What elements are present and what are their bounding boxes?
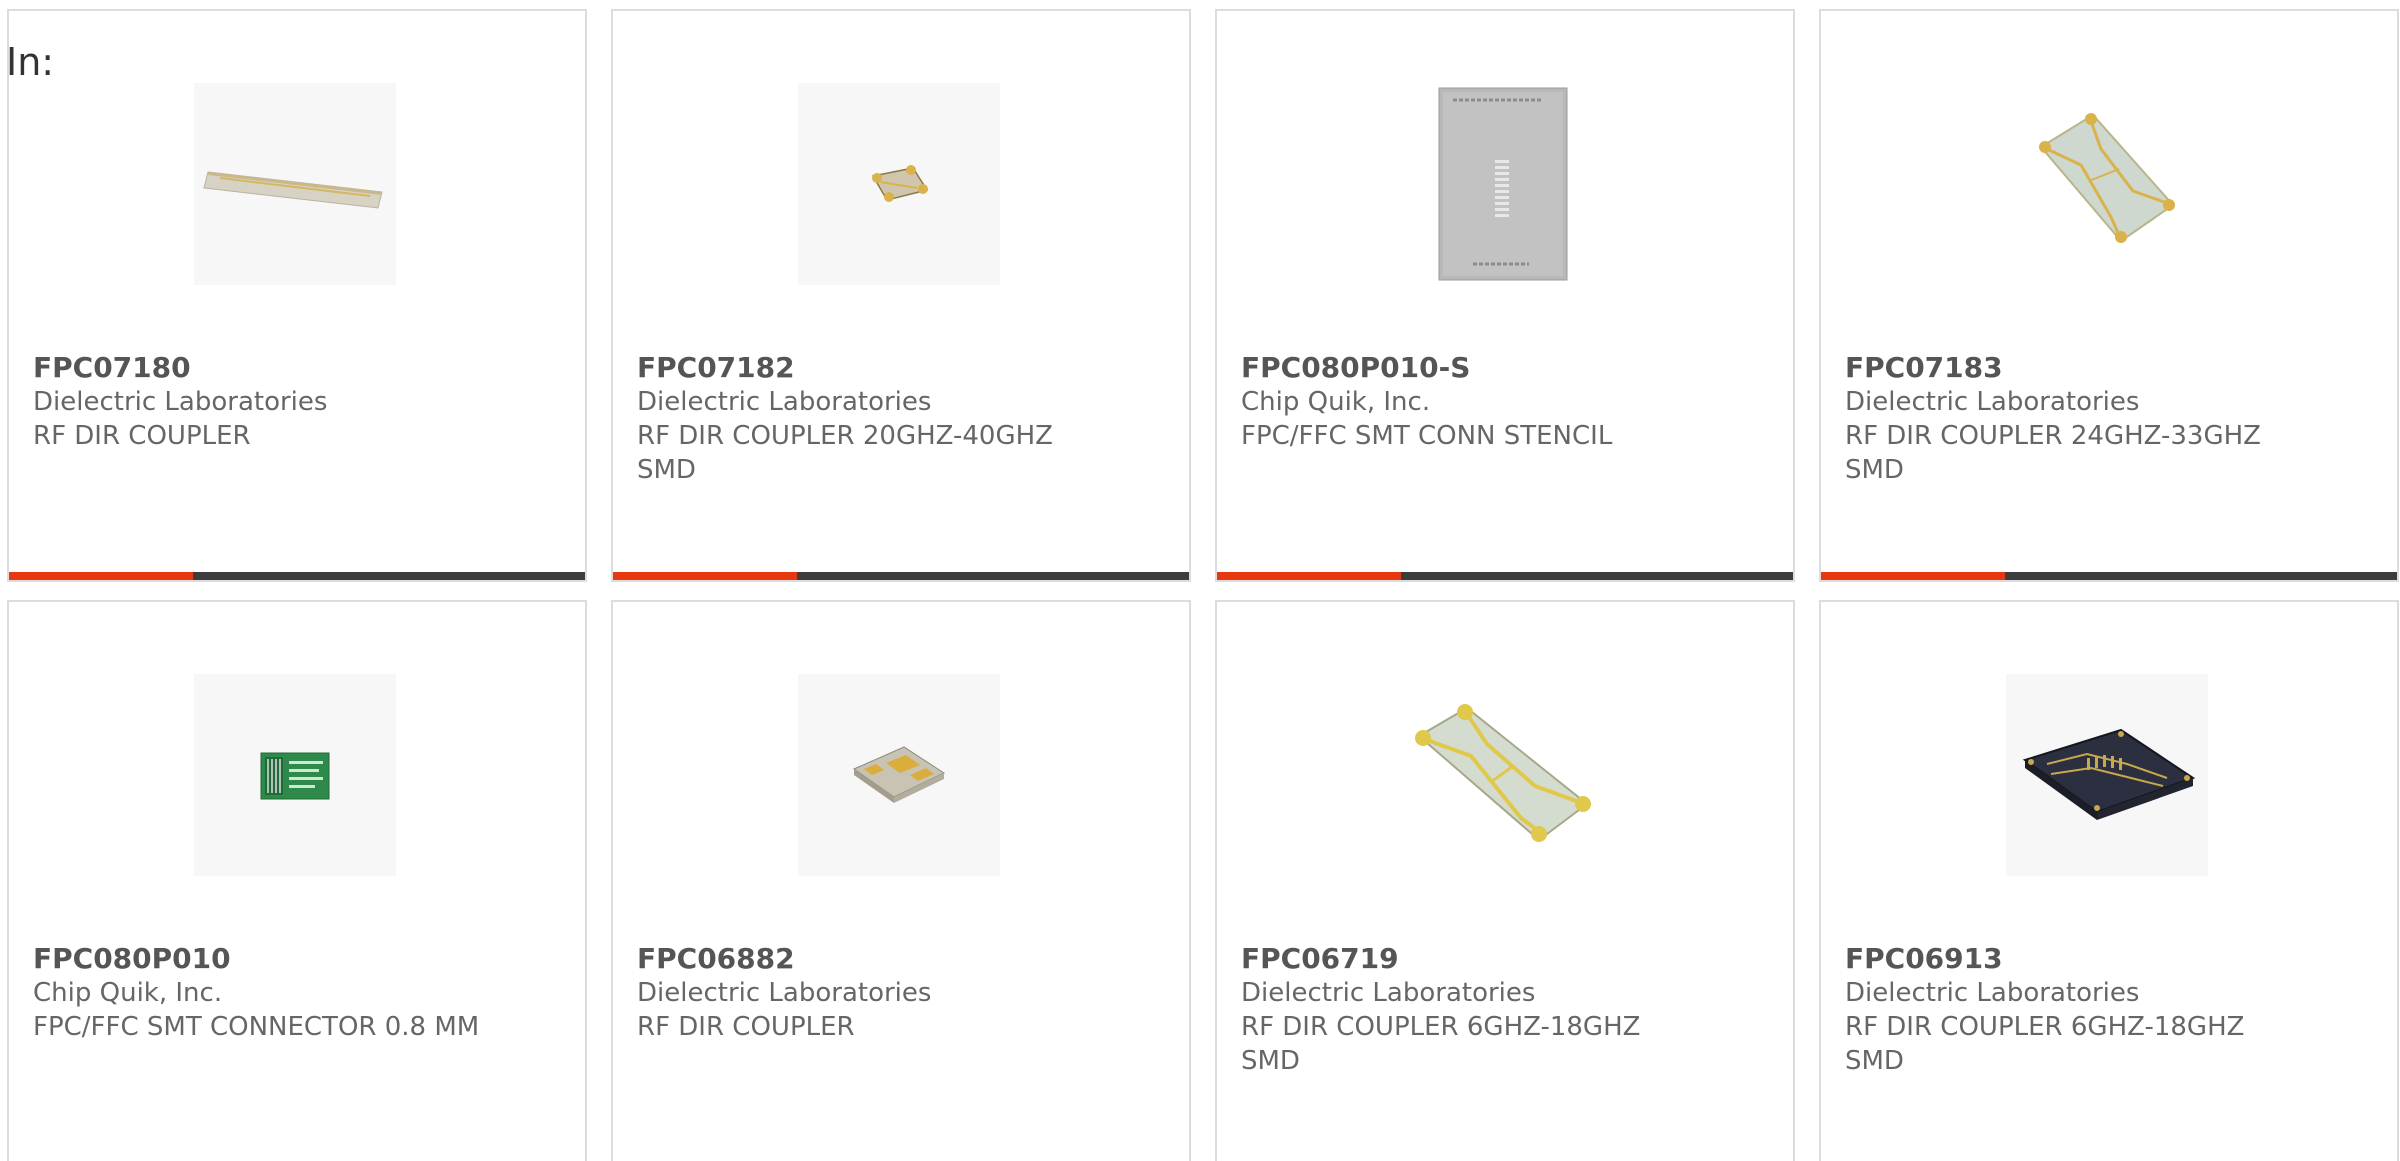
product-card[interactable]: FPC07182 Dielectric Laboratories RF DIR … — [611, 9, 1191, 582]
part-number-link[interactable]: FPC06882 — [637, 942, 1097, 976]
product-card[interactable]: FPC080P010 Chip Quik, Inc. FPC/FFC SMT C… — [7, 600, 587, 1161]
part-number-link[interactable]: FPC080P010 — [33, 942, 493, 976]
product-image[interactable] — [194, 83, 396, 285]
product-description: FPC/FFC SMT CONN STENCIL — [1241, 421, 1613, 451]
product-info: FPC07183 Dielectric Laboratories RF DIR … — [1845, 351, 2305, 487]
product-grid: FPC07180 Dielectric Laboratories RF DIR … — [7, 9, 2399, 1161]
progress-bar — [9, 572, 585, 580]
progress-bar — [1217, 572, 1793, 580]
product-card[interactable]: FPC06913 Dielectric Laboratories RF DIR … — [1819, 600, 2399, 1161]
manufacturer-name: Chip Quik, Inc. — [1241, 387, 1431, 417]
product-info: FPC07182 Dielectric Laboratories RF DIR … — [637, 351, 1097, 487]
part-number-link[interactable]: FPC07182 — [637, 351, 1097, 385]
product-description: RF DIR COUPLER — [637, 1012, 855, 1042]
product-card[interactable]: FPC07183 Dielectric Laboratories RF DIR … — [1819, 9, 2399, 582]
in-prefix-label: In: — [6, 40, 55, 84]
tilted-coupler-large-icon — [1415, 704, 1591, 842]
progress-bar — [613, 572, 1189, 580]
product-info: FPC06913 Dielectric Laboratories RF DIR … — [1845, 942, 2305, 1078]
progress-bar-fill — [1217, 572, 1402, 580]
dark-coupler-icon — [2022, 728, 2196, 820]
product-description: FPC/FFC SMT CONNECTOR 0.8 MM — [33, 1012, 480, 1042]
manufacturer-name: Chip Quik, Inc. — [33, 978, 223, 1008]
manufacturer-name: Dielectric Laboratories — [1845, 387, 2140, 417]
product-card[interactable]: FPC06882 Dielectric Laboratories RF DIR … — [611, 600, 1191, 1161]
product-description: RF DIR COUPLER 24GHZ-33GHZ SMD — [1845, 421, 2261, 485]
product-description: RF DIR COUPLER — [33, 421, 251, 451]
product-info: FPC06719 Dielectric Laboratories RF DIR … — [1241, 942, 1701, 1078]
tilted-coupler-icon — [2039, 113, 2175, 243]
product-image[interactable] — [194, 674, 396, 876]
progress-bar-fill — [9, 572, 194, 580]
gold-pad-chip-icon — [852, 746, 946, 803]
progress-bar — [1821, 572, 2397, 580]
manufacturer-name: Dielectric Laboratories — [1241, 978, 1536, 1008]
progress-bar-fill — [1821, 572, 2006, 580]
part-number-link[interactable]: FPC080P010-S — [1241, 351, 1701, 385]
product-card[interactable]: FPC080P010-S Chip Quik, Inc. FPC/FFC SMT… — [1215, 9, 1795, 582]
part-number-link[interactable]: FPC06719 — [1241, 942, 1701, 976]
manufacturer-name: Dielectric Laboratories — [637, 387, 932, 417]
product-description: RF DIR COUPLER 6GHZ-18GHZ SMD — [1845, 1012, 2245, 1076]
product-info: FPC080P010 Chip Quik, Inc. FPC/FFC SMT C… — [33, 942, 493, 1044]
product-info: FPC06882 Dielectric Laboratories RF DIR … — [637, 942, 1097, 1044]
product-description: RF DIR COUPLER 20GHZ-40GHZ SMD — [637, 421, 1053, 485]
product-image[interactable] — [2006, 674, 2208, 876]
manufacturer-name: Dielectric Laboratories — [1845, 978, 2140, 1008]
part-number-link[interactable]: FPC07183 — [1845, 351, 2305, 385]
product-info: FPC07180 Dielectric Laboratories RF DIR … — [33, 351, 493, 453]
product-description: RF DIR COUPLER 6GHZ-18GHZ SMD — [1241, 1012, 1641, 1076]
product-image[interactable] — [2006, 83, 2208, 285]
stencil-sheet-icon — [1438, 87, 1568, 281]
green-pcb-adapter-icon — [260, 752, 330, 800]
long-strip-coupler-icon — [203, 171, 383, 209]
product-image[interactable] — [1402, 674, 1604, 876]
small-chip-coupler-icon — [871, 165, 929, 202]
manufacturer-name: Dielectric Laboratories — [33, 387, 328, 417]
manufacturer-name: Dielectric Laboratories — [637, 978, 932, 1008]
product-image[interactable] — [798, 83, 1000, 285]
product-card[interactable]: FPC07180 Dielectric Laboratories RF DIR … — [7, 9, 587, 582]
progress-bar-fill — [613, 572, 798, 580]
product-card[interactable]: FPC06719 Dielectric Laboratories RF DIR … — [1215, 600, 1795, 1161]
product-image[interactable] — [1402, 83, 1604, 285]
part-number-link[interactable]: FPC06913 — [1845, 942, 2305, 976]
product-info: FPC080P010-S Chip Quik, Inc. FPC/FFC SMT… — [1241, 351, 1701, 453]
product-image[interactable] — [798, 674, 1000, 876]
part-number-link[interactable]: FPC07180 — [33, 351, 493, 385]
